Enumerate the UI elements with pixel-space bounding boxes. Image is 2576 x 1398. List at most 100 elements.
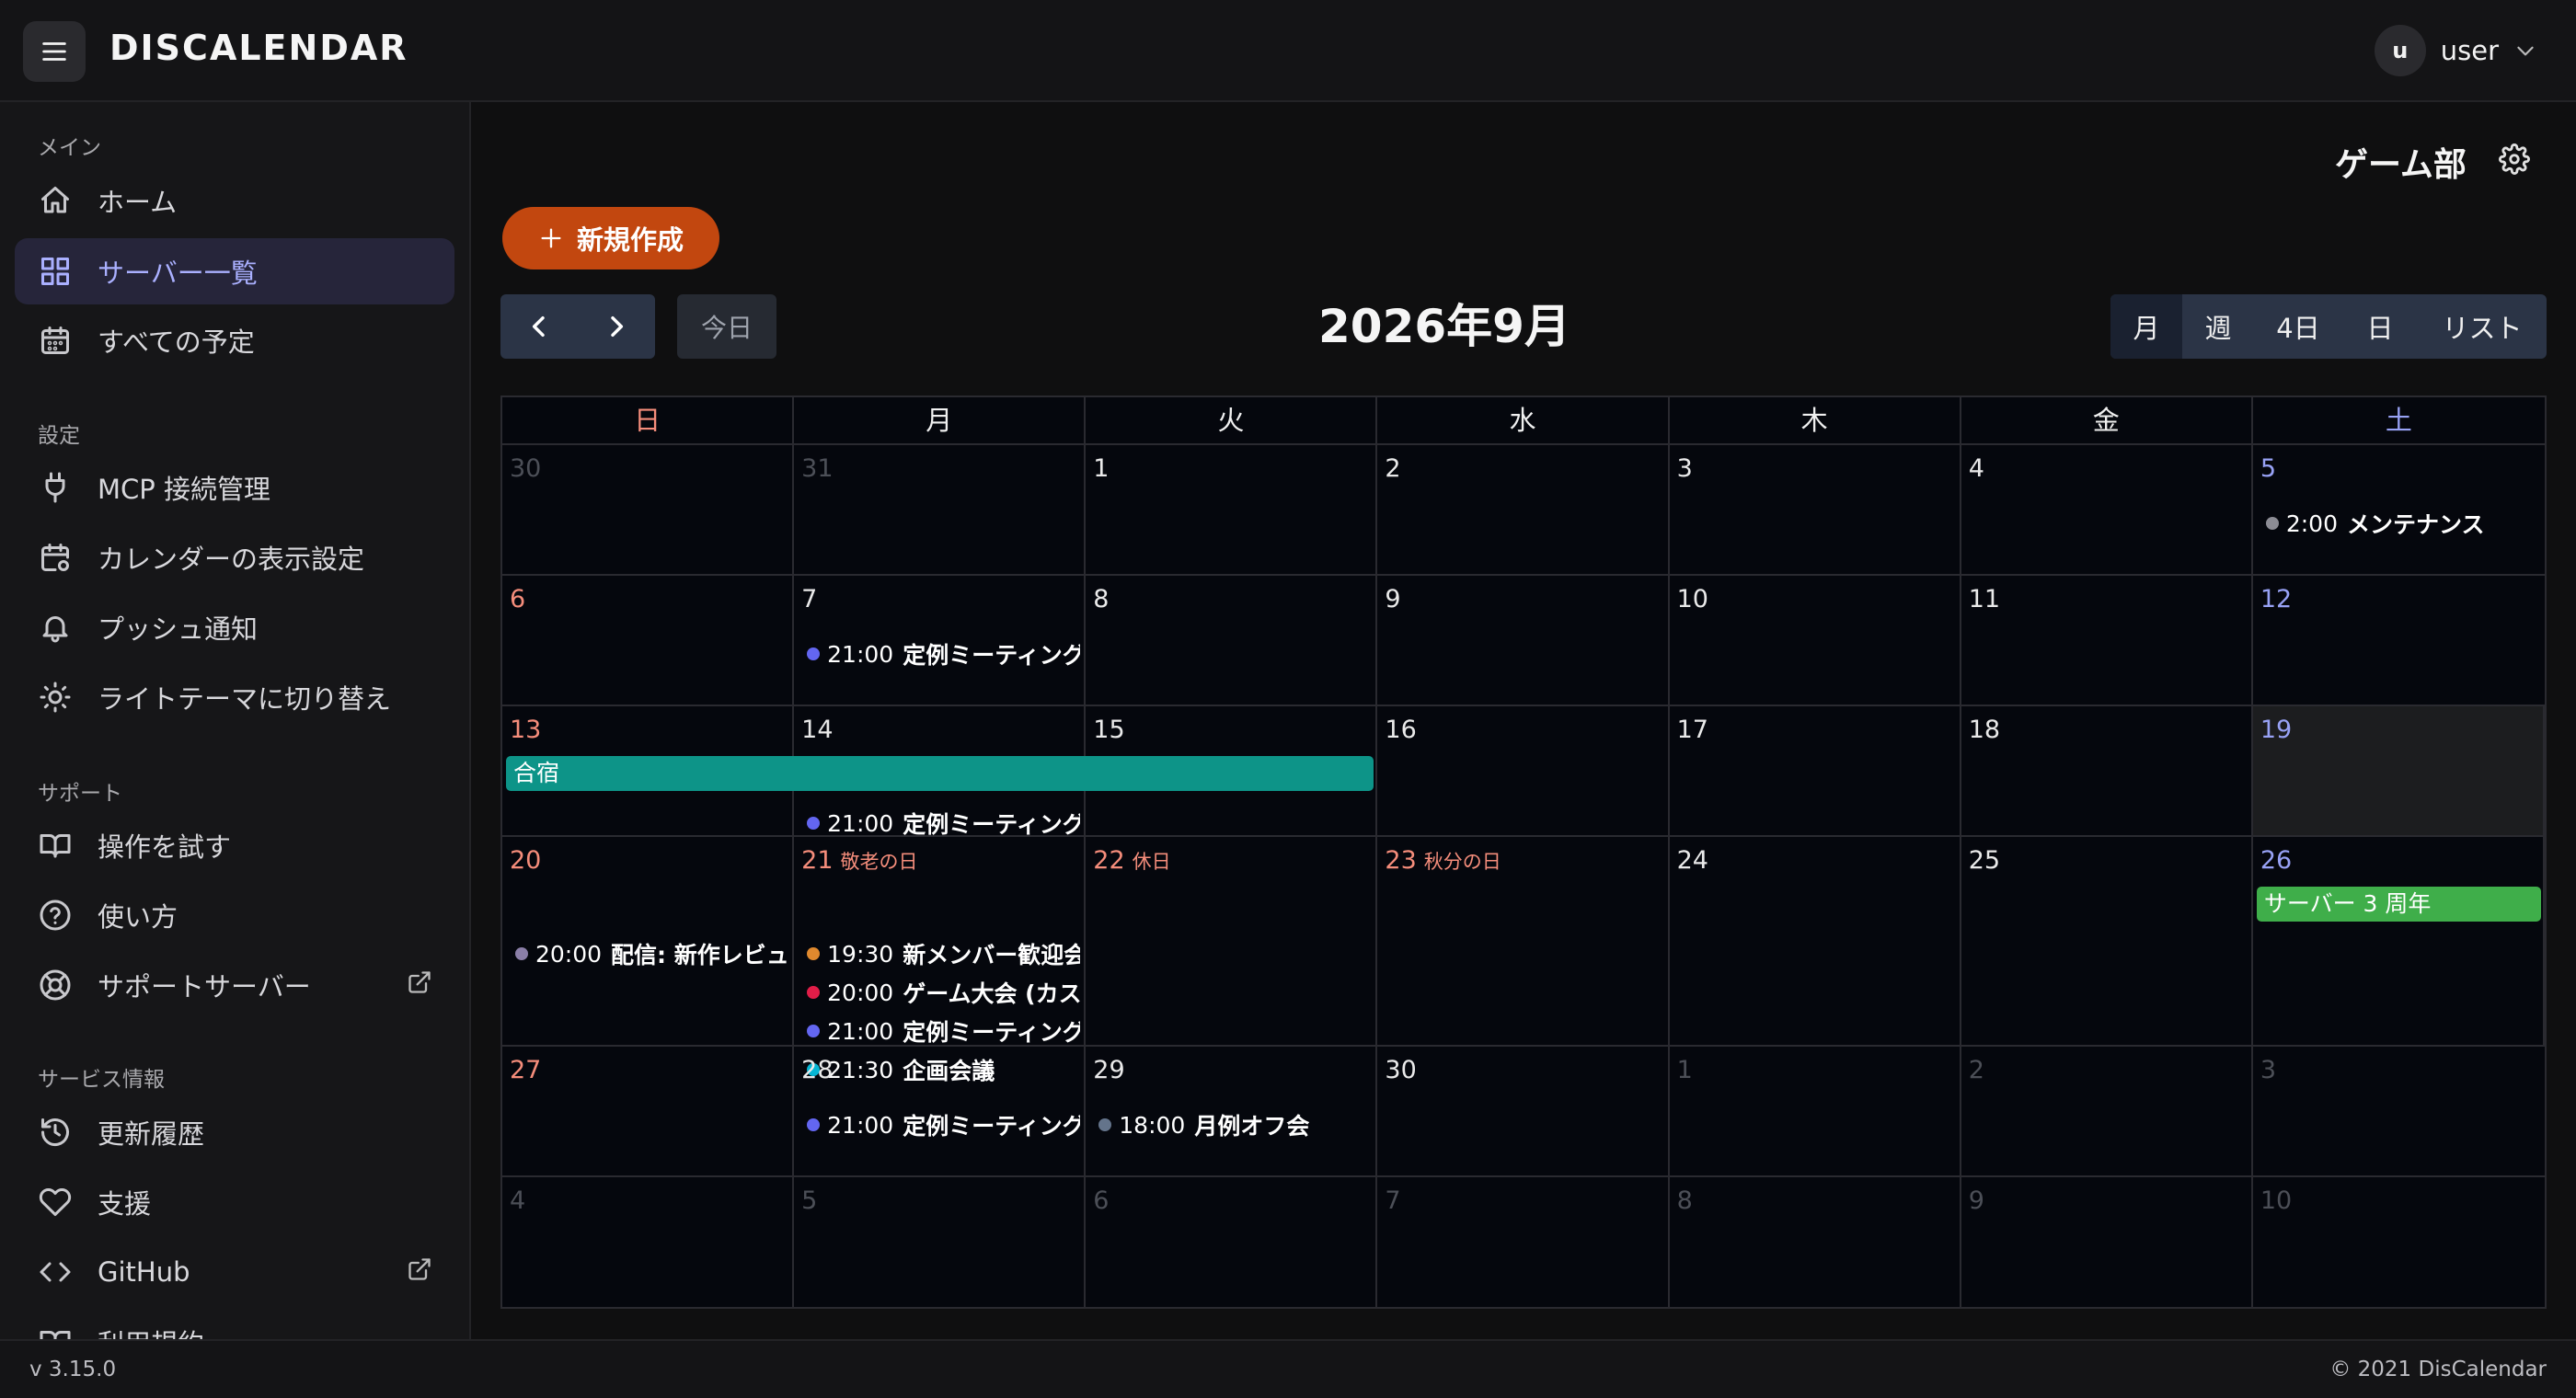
day-number[interactable]: 22 休日: [1093, 846, 1170, 875]
day-cell[interactable]: 24: [1670, 837, 1961, 1045]
calendar-event[interactable]: 21:00 定例ミーティング: [801, 1012, 1080, 1050]
day-number[interactable]: 17: [1677, 716, 1708, 744]
day-number[interactable]: 15: [1093, 716, 1124, 744]
day-cell[interactable]: 11: [1961, 576, 2253, 705]
day-number[interactable]: 21 敬老の日: [801, 846, 917, 875]
day-cell[interactable]: 9: [1377, 576, 1670, 705]
day-number[interactable]: 1: [1093, 454, 1109, 483]
day-cell[interactable]: 5: [794, 1177, 1087, 1308]
day-cell[interactable]: 18: [1961, 706, 2253, 835]
sidebar-item-support-server[interactable]: サポートサーバー: [15, 952, 454, 1018]
day-number[interactable]: 4: [510, 1186, 525, 1215]
sidebar-item-changelog[interactable]: 更新履歴: [15, 1099, 454, 1165]
day-number[interactable]: 5: [2260, 454, 2276, 483]
calendar-event[interactable]: 19:30 新メンバー歓迎会: [801, 934, 1080, 973]
day-cell[interactable]: 12: [2253, 576, 2545, 705]
next-month-button[interactable]: [578, 294, 655, 359]
sidebar-item-home[interactable]: ホーム: [15, 167, 454, 234]
day-cell[interactable]: 29 18:00 月例オフ会: [1086, 1047, 1378, 1175]
day-cell[interactable]: 30: [1377, 1047, 1670, 1175]
day-number[interactable]: 13: [510, 716, 541, 744]
day-cell[interactable]: 10: [2253, 1177, 2545, 1308]
day-number[interactable]: 9: [1969, 1186, 1984, 1215]
user-menu-button[interactable]: u user: [2374, 25, 2537, 76]
sidebar-item-theme[interactable]: ライトテーマに切り替え: [15, 664, 454, 730]
day-number[interactable]: 6: [1093, 1186, 1109, 1215]
day-cell[interactable]: 2: [1961, 1047, 2253, 1175]
day-number[interactable]: 30: [510, 454, 541, 483]
day-number[interactable]: 10: [2260, 1186, 2292, 1215]
day-cell[interactable]: 7 21:00 定例ミーティング: [794, 576, 1087, 705]
day-cell[interactable]: 28 21:00 定例ミーティング: [794, 1047, 1087, 1175]
day-number[interactable]: 7: [801, 585, 817, 613]
day-number[interactable]: 26: [2260, 846, 2292, 875]
day-cell[interactable]: 27: [502, 1047, 795, 1175]
day-number[interactable]: 31: [801, 454, 833, 483]
allday-event[interactable]: 合宿: [506, 756, 1374, 791]
day-cell[interactable]: 7: [1377, 1177, 1670, 1308]
day-number[interactable]: 1: [1677, 1056, 1693, 1084]
day-cell[interactable]: 31: [794, 445, 1087, 574]
day-number[interactable]: 2: [1969, 1056, 1984, 1084]
day-cell[interactable]: 16: [1377, 706, 1670, 835]
sidebar-item-all-events[interactable]: すべての予定: [15, 307, 454, 373]
sidebar-item-push[interactable]: プッシュ通知: [15, 594, 454, 660]
day-number[interactable]: 18: [1969, 716, 2000, 744]
day-cell[interactable]: 6: [1086, 1177, 1378, 1308]
calendar-event[interactable]: 21:00 定例ミーティング: [801, 1106, 1080, 1144]
day-number[interactable]: 23 秋分の日: [1385, 846, 1501, 875]
view-list-button[interactable]: リスト: [2418, 294, 2547, 359]
day-number[interactable]: 5: [801, 1186, 817, 1215]
day-cell[interactable]: 3: [2253, 1047, 2545, 1175]
day-number[interactable]: 29: [1093, 1056, 1124, 1084]
day-cell[interactable]: 3: [1670, 445, 1961, 574]
calendar-event[interactable]: 18:00 月例オフ会: [1093, 1106, 1372, 1144]
day-cell[interactable]: 30: [502, 445, 795, 574]
day-number[interactable]: 20: [510, 846, 541, 875]
sidebar-item-server-list[interactable]: サーバー一覧: [15, 238, 454, 304]
day-cell[interactable]: 8: [1670, 1177, 1961, 1308]
prev-month-button[interactable]: [500, 294, 578, 359]
day-cell[interactable]: 21 敬老の日 19:30 新メンバー歓迎会 20:00 ゲーム大会 (カスタム) 21:0…: [794, 837, 1087, 1084]
allday-event[interactable]: サーバー 3 周年: [2256, 887, 2541, 922]
day-cell[interactable]: 22 休日: [1086, 837, 1378, 1045]
day-number[interactable]: 6: [510, 585, 525, 613]
day-number[interactable]: 19: [2260, 716, 2292, 744]
day-number[interactable]: 8: [1093, 585, 1109, 613]
day-number[interactable]: 4: [1969, 454, 1984, 483]
day-number[interactable]: 3: [2260, 1056, 2276, 1084]
calendar-event[interactable]: 20:00 配信: 新作レビュー: [510, 934, 788, 973]
day-number[interactable]: 14: [801, 716, 833, 744]
day-cell[interactable]: 5 2:00 メンテナンス: [2253, 445, 2545, 574]
day-number[interactable]: 7: [1385, 1186, 1400, 1215]
day-number[interactable]: 28: [801, 1056, 833, 1084]
day-number[interactable]: 27: [510, 1056, 541, 1084]
day-cell[interactable]: 4: [502, 1177, 795, 1308]
view-day-button[interactable]: 日: [2342, 294, 2418, 359]
sidebar-item-calendar-display[interactable]: カレンダーの表示設定: [15, 524, 454, 590]
sidebar-item-mcp[interactable]: MCP 接続管理: [15, 454, 454, 521]
calendar-event[interactable]: 20:00 ゲーム大会 (カスタム): [801, 973, 1080, 1012]
day-cell[interactable]: 8: [1086, 576, 1378, 705]
day-cell[interactable]: 1: [1086, 445, 1378, 574]
new-event-button[interactable]: 新規作成: [502, 207, 719, 269]
sidebar-item-donate[interactable]: 支援: [15, 1169, 454, 1235]
day-cell[interactable]: 26: [2253, 837, 2545, 1045]
sidebar-item-github[interactable]: GitHub: [15, 1239, 454, 1305]
calendar-event[interactable]: 2:00 メンテナンス: [2260, 504, 2541, 543]
sidebar-item-try[interactable]: 操作を試す: [15, 812, 454, 878]
day-number[interactable]: 12: [2260, 585, 2292, 613]
day-number[interactable]: 10: [1677, 585, 1708, 613]
day-number[interactable]: 2: [1385, 454, 1400, 483]
day-number[interactable]: 9: [1385, 585, 1400, 613]
calendar-event[interactable]: 21:00 定例ミーティング: [801, 635, 1080, 673]
day-cell[interactable]: 17: [1670, 706, 1961, 835]
brand-logo[interactable]: DISCALENDAR: [109, 28, 408, 68]
day-number[interactable]: 30: [1385, 1056, 1416, 1084]
day-cell[interactable]: 9: [1961, 1177, 2253, 1308]
day-cell[interactable]: 10: [1670, 576, 1961, 705]
sidebar-item-terms[interactable]: 利用規約: [15, 1309, 454, 1339]
sidebar-item-howto[interactable]: 使い方: [15, 882, 454, 948]
day-number[interactable]: 3: [1677, 454, 1693, 483]
day-number[interactable]: 11: [1969, 585, 2000, 613]
